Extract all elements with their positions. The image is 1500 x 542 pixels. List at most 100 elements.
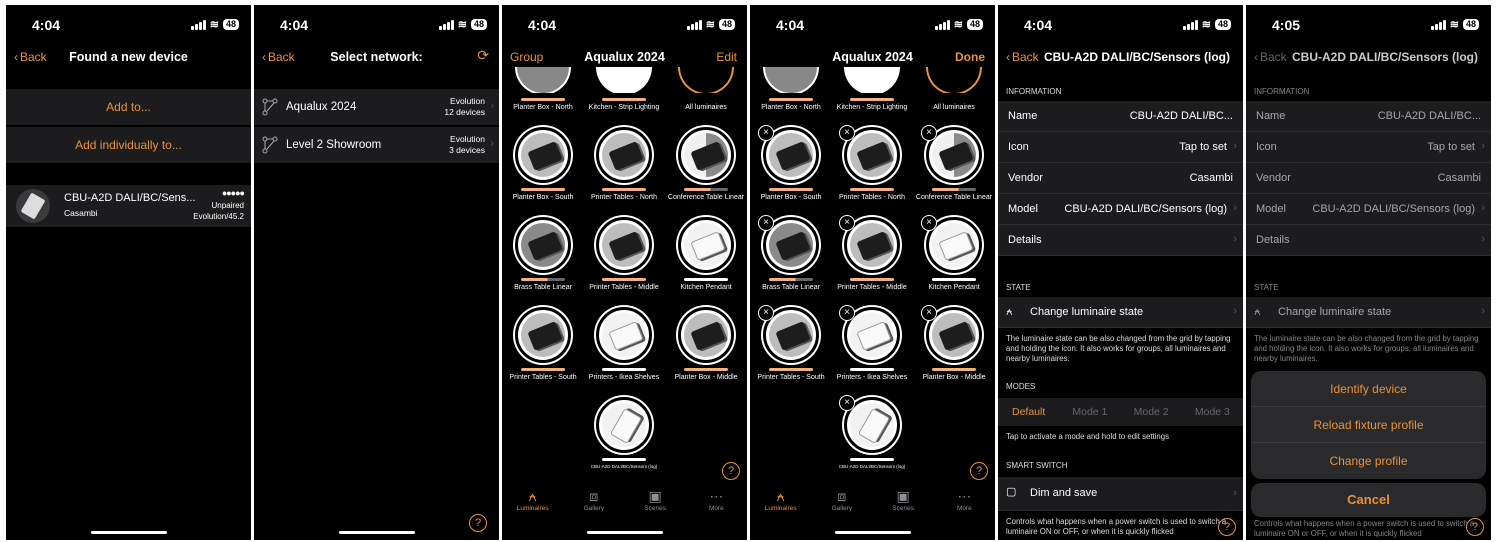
luminaire-tile[interactable]: Kitchen - Strip Lighting: [831, 67, 913, 111]
tab-more[interactable]: ⋯ More: [686, 488, 747, 518]
luminaire-tile[interactable]: Kitchen - Strip Lighting: [583, 67, 665, 111]
device-list-item[interactable]: CBU-A2D DALI/BC/Sens... Casambi ●●●●● Un…: [6, 185, 251, 227]
remove-icon[interactable]: ×: [921, 125, 937, 141]
level-bar: [521, 188, 565, 191]
luminaire-label: All luminaires: [933, 104, 975, 111]
luminaire-tile[interactable]: Kitchen Pendant: [665, 217, 747, 291]
remove-icon[interactable]: ×: [839, 125, 855, 141]
chevron-right-icon: ›: [490, 138, 494, 150]
luminaire-tile[interactable]: Brass Table Linear: [502, 217, 584, 291]
network-item[interactable]: Level 2 Showroom Evolution 3 devices ›: [254, 127, 499, 163]
icon-row[interactable]: Icon Tap to set ›: [998, 132, 1243, 163]
details-row[interactable]: Details ›: [998, 225, 1243, 256]
luminaire-label: Planter Box - South: [760, 194, 822, 201]
help-icon[interactable]: ?: [469, 514, 487, 532]
signal-icon: [686, 19, 702, 30]
luminaire-label: Printers - Ikea Shelves: [836, 374, 908, 381]
done-button[interactable]: Done: [955, 50, 985, 64]
luminaire-tile[interactable]: Printer Tables - South: [502, 307, 584, 381]
signal-icon: [1182, 19, 1198, 30]
help-icon[interactable]: ?: [1466, 518, 1484, 536]
tab-gallery[interactable]: ⧈ Gallery: [811, 488, 872, 518]
mode-1[interactable]: Mode 1: [1059, 398, 1120, 426]
luminaire-label: Printer Tables - Middle: [837, 284, 907, 291]
chevron-right-icon: ›: [1233, 202, 1237, 214]
model-row[interactable]: Model CBU-A2D DALI/BC/Sensors (log) ›: [998, 194, 1243, 225]
back-button[interactable]: ‹ Back: [1254, 50, 1287, 64]
tab-more[interactable]: ⋯ More: [934, 488, 995, 518]
remove-icon[interactable]: ×: [758, 305, 774, 321]
mode-2[interactable]: Mode 2: [1121, 398, 1182, 426]
remove-icon[interactable]: ×: [839, 305, 855, 321]
page-title: CBU-A2D DALI/BC/Sensors (log): [1292, 50, 1479, 64]
mode-3[interactable]: Mode 3: [1182, 398, 1243, 426]
details-row[interactable]: Details ›: [1246, 225, 1491, 256]
name-row[interactable]: Name CBU-A2D DALI/BC...: [1246, 101, 1491, 132]
luminaire-tile[interactable]: × Planter Box - Middle: [913, 305, 995, 381]
help-icon[interactable]: ?: [1218, 518, 1236, 536]
luminaire-tile[interactable]: × Printer Tables - North: [831, 125, 913, 201]
tab-gallery[interactable]: ⧈ Gallery: [563, 488, 624, 518]
remove-icon[interactable]: ×: [921, 215, 937, 231]
model-row[interactable]: Model CBU-A2D DALI/BC/Sensors (log) ›: [1246, 194, 1491, 225]
edit-button[interactable]: Edit: [716, 50, 737, 64]
mode-default[interactable]: Default: [998, 398, 1059, 426]
luminaire-tile[interactable]: Conference Table Linear: [665, 127, 747, 201]
luminaire-tile[interactable]: × CBU-A2D DALI/BC/Sensors (log): [831, 395, 913, 469]
cancel-button[interactable]: Cancel: [1251, 483, 1486, 517]
luminaire-tile[interactable]: Planter Box - North: [750, 67, 832, 111]
status-bar: 4:05 ≋ 48: [1246, 5, 1491, 43]
luminaire-label: Kitchen Pendant: [928, 284, 980, 291]
luminaire-tile[interactable]: × Conference Table Linear: [913, 125, 995, 201]
status-bar: 4:04 ≋ 48: [502, 5, 747, 43]
network-item[interactable]: Aqualux 2024 Evolution 12 devices ›: [254, 89, 499, 125]
add-individually-button[interactable]: Add individually to...: [6, 127, 251, 163]
remove-icon[interactable]: ×: [839, 215, 855, 231]
back-button[interactable]: ‹ Back: [1006, 50, 1039, 64]
remove-icon[interactable]: ×: [758, 125, 774, 141]
luminaire-label: Printer Tables - North: [590, 194, 657, 201]
tab-luminaires[interactable]: ⍲ Luminaires: [502, 488, 563, 518]
luminaire-tile[interactable]: × Planter Box - South: [750, 125, 832, 201]
network-name: Aqualux 2024: [286, 101, 357, 113]
luminaire-tile[interactable]: All luminaires: [913, 67, 995, 111]
name-row[interactable]: Name CBU-A2D DALI/BC...: [998, 101, 1243, 132]
status-time: 4:04: [32, 17, 61, 33]
change-state-row[interactable]: ⍲ Change luminaire state ›: [1246, 297, 1491, 328]
remove-icon[interactable]: ×: [758, 215, 774, 231]
luminaire-tile[interactable]: Planter Box - South: [502, 127, 584, 201]
tab-scenes[interactable]: ▣ Scenes: [625, 488, 686, 518]
add-to-button[interactable]: Add to...: [6, 89, 251, 125]
luminaire-tile[interactable]: All luminaires: [665, 67, 747, 111]
luminaire-tile[interactable]: × Printer Tables - Middle: [831, 215, 913, 291]
remove-icon[interactable]: ×: [921, 305, 937, 321]
change-profile-button[interactable]: Change profile: [1251, 443, 1486, 479]
modes-segmented-control[interactable]: Default Mode 1 Mode 2 Mode 3: [998, 398, 1243, 426]
luminaire-label: Printer Tables - North: [838, 194, 905, 201]
change-state-row[interactable]: ⍲ Change luminaire state ›: [998, 297, 1243, 328]
status-time: 4:04: [776, 17, 805, 33]
device-state: Unpaired: [211, 201, 244, 210]
remove-icon[interactable]: ×: [839, 395, 855, 411]
help-icon[interactable]: ?: [970, 462, 988, 480]
luminaire-tile[interactable]: Printers - Ikea Shelves: [583, 307, 665, 381]
reload-fixture-profile-button[interactable]: Reload fixture profile: [1251, 407, 1486, 443]
luminaire-tile[interactable]: CBU-A2D DALI/BC/Sensors (log): [583, 397, 665, 469]
identify-device-button[interactable]: Identify device: [1251, 371, 1486, 407]
luminaire-tile[interactable]: × Printer Tables - South: [750, 305, 832, 381]
tab-luminaires[interactable]: ⍲ Luminaires: [750, 488, 811, 518]
luminaire-tile[interactable]: Printer Tables - Middle: [583, 217, 665, 291]
luminaire-tile[interactable]: × Brass Table Linear: [750, 215, 832, 291]
luminaire-tile[interactable]: Planter Box - Middle: [665, 307, 747, 381]
refresh-icon[interactable]: ⟳: [477, 47, 489, 64]
help-icon[interactable]: ?: [722, 462, 740, 480]
tab-scenes[interactable]: ▣ Scenes: [873, 488, 934, 518]
luminaire-tile[interactable]: Planter Box - North: [502, 67, 584, 111]
wifi-icon: ≋: [1201, 19, 1211, 31]
icon-row[interactable]: Icon Tap to set ›: [1246, 132, 1491, 163]
luminaire-tile[interactable]: Printer Tables - North: [583, 127, 665, 201]
luminaire-tile[interactable]: × Printers - Ikea Shelves: [831, 305, 913, 381]
dim-and-save-row[interactable]: ▢ Dim and save ›: [998, 477, 1243, 511]
status-bar: 4:04 ≋ 48: [6, 5, 251, 43]
luminaire-tile[interactable]: × Kitchen Pendant: [913, 215, 995, 291]
